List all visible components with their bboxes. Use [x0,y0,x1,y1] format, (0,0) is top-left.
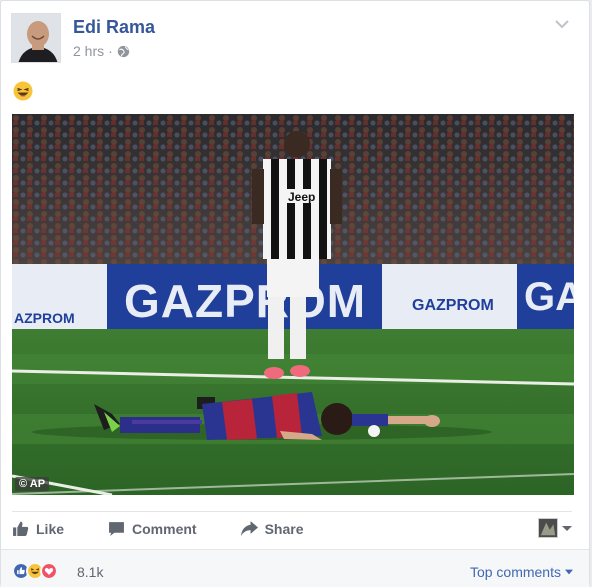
post-header: Edi Rama 2 hrs · [11,13,579,65]
comment-label: Comment [132,520,197,537]
feed-post: Edi Rama 2 hrs · AZPROM GAZPROM GAZPROM … [0,0,590,587]
post-photo[interactable]: AZPROM GAZPROM GAZPROM GA Jeep © AP [12,114,574,495]
shirt-sponsor-text: Jeep [288,190,315,204]
post-meta: 2 hrs · [73,43,130,59]
post-actions: Like Comment Share [12,511,572,545]
banner-right-text: GA [524,275,574,319]
photo-credit: © AP [15,477,50,491]
author-name[interactable]: Edi Rama [73,17,155,38]
top-comments-label: Top comments [469,564,561,580]
globe-icon[interactable] [117,45,130,58]
post-as-selector[interactable] [538,518,572,538]
comment-button[interactable]: Comment [108,512,197,546]
page-avatar-icon [538,518,558,538]
comment-icon [109,522,124,536]
reaction-icons[interactable] [12,562,58,580]
banner-logo-text: GAZPROM [412,297,494,314]
share-arrow-icon [240,521,258,536]
laughing-face-icon [13,81,33,101]
banner-left-text: AZPROM [14,310,75,326]
author-avatar[interactable] [11,13,61,63]
thumbs-up-icon [13,521,29,536]
post-timestamp[interactable]: 2 hrs [73,43,104,59]
caret-down-icon [562,526,572,531]
caret-down-icon [565,569,573,575]
reaction-count[interactable]: 8.1k [77,564,103,580]
share-label: Share [264,520,304,537]
banner-main-text: GAZPROM [124,275,366,327]
chevron-down-icon[interactable] [553,15,571,33]
like-label: Like [36,520,65,537]
love-reaction-icon [40,562,58,580]
share-button[interactable]: Share [240,512,304,546]
top-comments-dropdown[interactable]: Top comments [470,564,573,580]
reactions-bar: 8.1k Top comments [1,549,589,587]
meta-separator: · [108,43,113,59]
like-button[interactable]: Like [12,512,64,546]
post-text [13,81,33,106]
